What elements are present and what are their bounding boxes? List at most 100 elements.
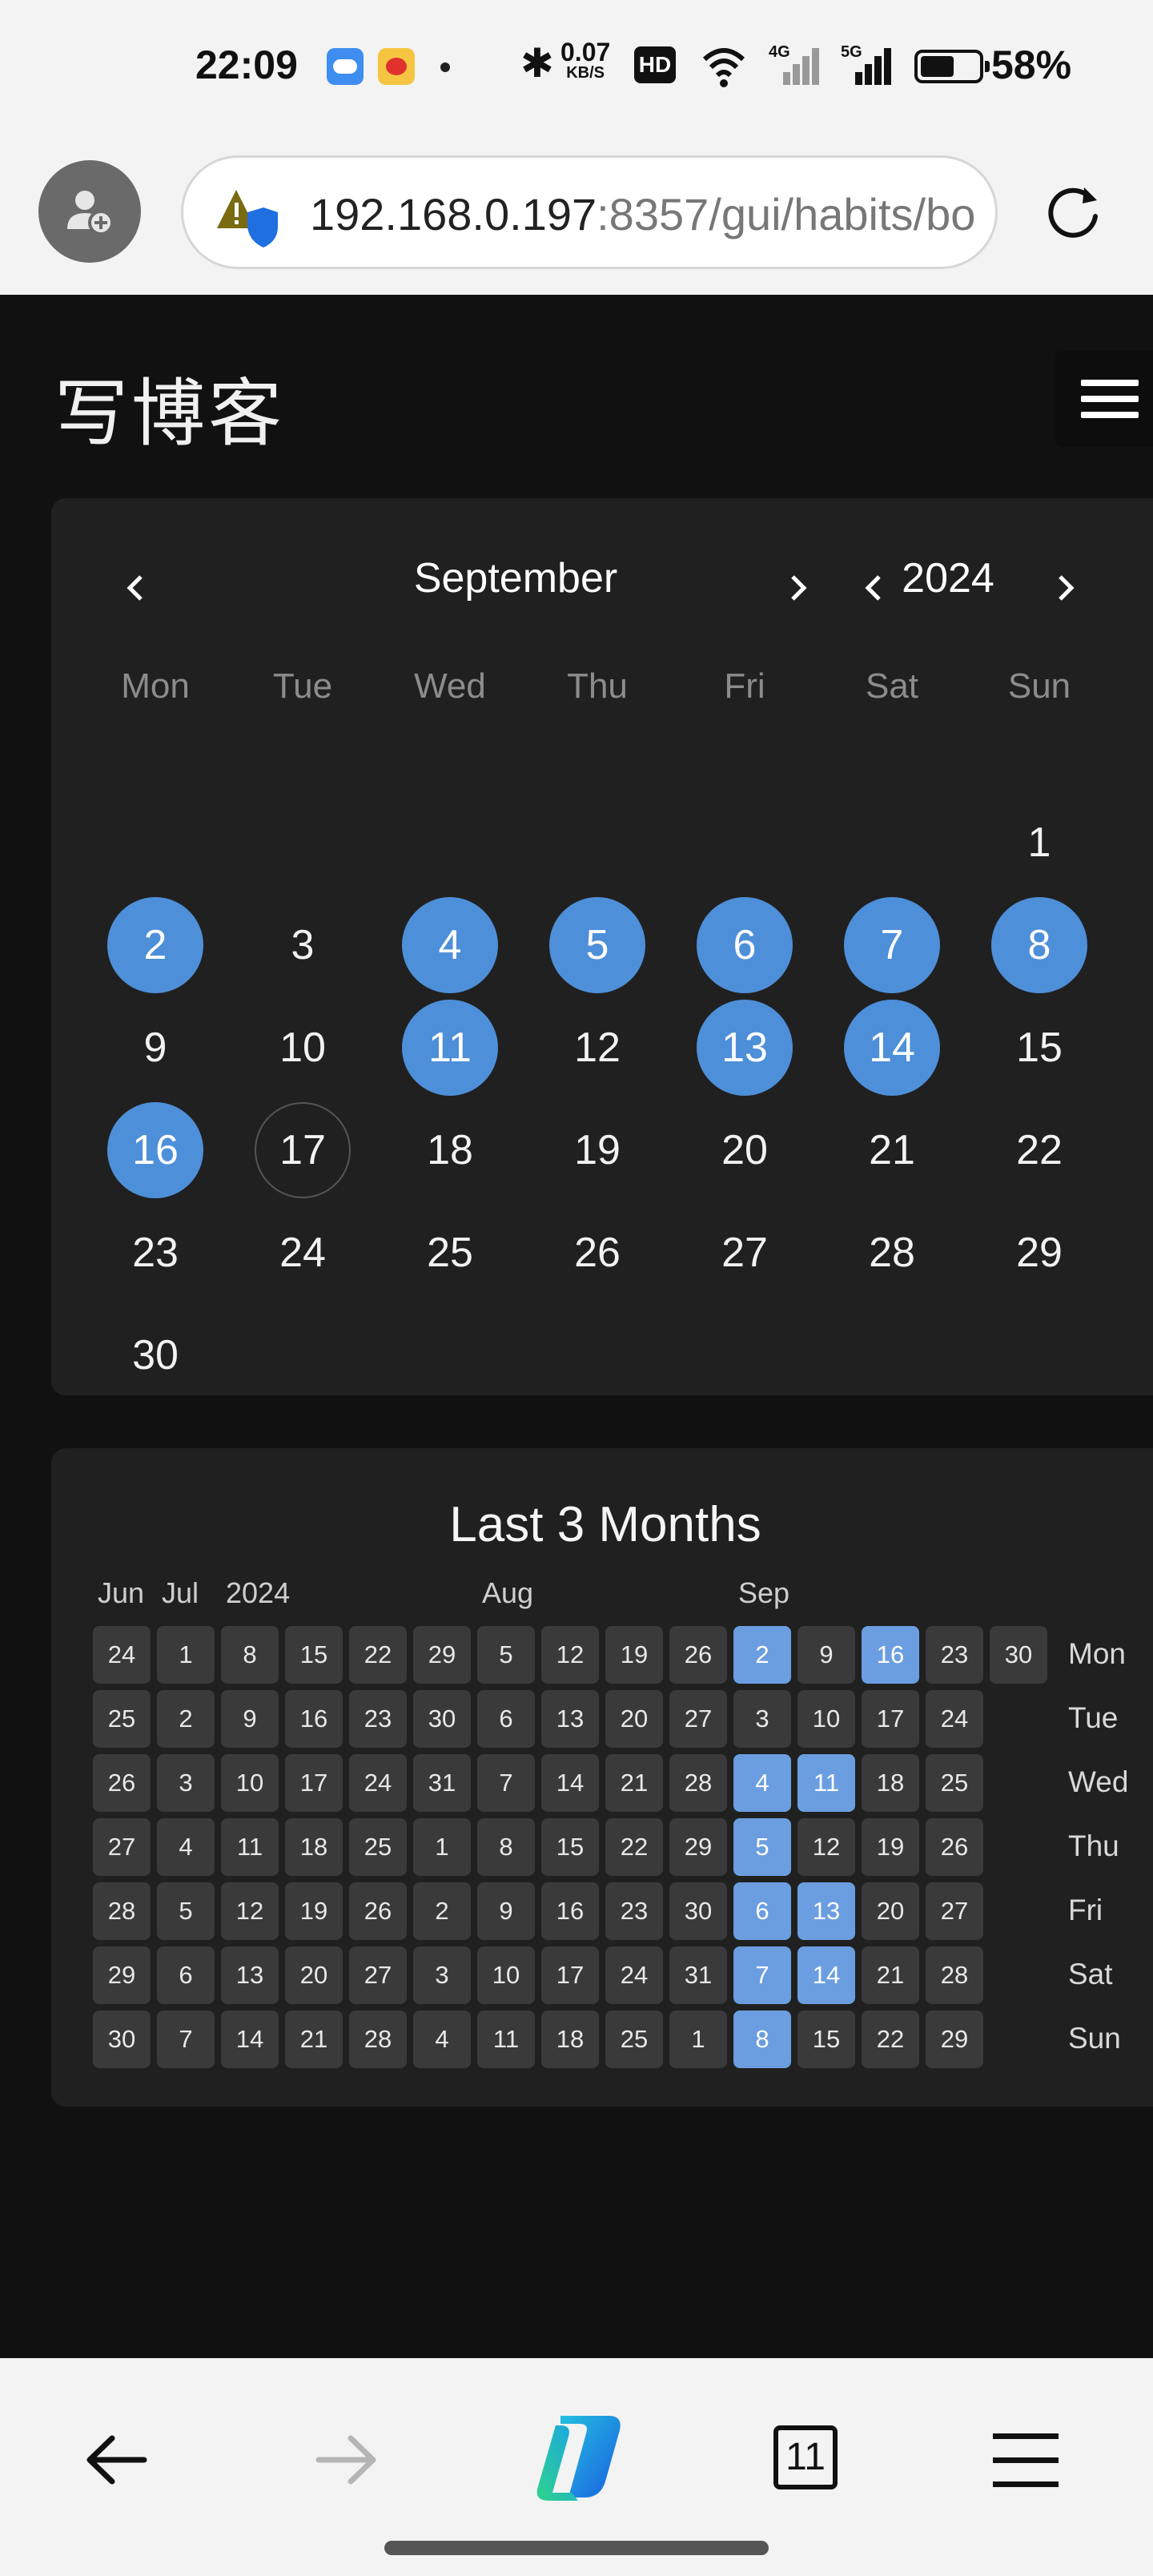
- heatmap-cell: 4: [413, 2010, 471, 2068]
- heatmap-cell: 20: [285, 1946, 343, 2004]
- heatmap-cell: 13: [541, 1690, 599, 1748]
- heatmap-cell: 11: [477, 2010, 535, 2068]
- calendar-day[interactable]: 21: [844, 1102, 940, 1198]
- heatmap-cell: 9: [797, 1626, 855, 1684]
- reload-icon[interactable]: [1041, 181, 1105, 245]
- prev-month-button[interactable]: [120, 572, 152, 604]
- calendar-day[interactable]: 17: [255, 1102, 351, 1198]
- calendar-day[interactable]: 12: [549, 1000, 645, 1096]
- calendar-day[interactable]: 16: [107, 1102, 203, 1198]
- calendar-month[interactable]: September: [275, 554, 756, 602]
- heatmap-weekday-label: Thu: [1068, 1829, 1119, 1862]
- calendar-day[interactable]: 6: [697, 897, 793, 993]
- url-path: :8357/gui/habits/bo: [597, 189, 976, 239]
- heatmap-cell: 9: [221, 1690, 279, 1748]
- calendar-day[interactable]: 25: [402, 1205, 498, 1301]
- calendar-day[interactable]: 28: [844, 1205, 940, 1301]
- calendar-day[interactable]: 9: [107, 1000, 203, 1096]
- profile-avatar-button[interactable]: [38, 160, 141, 263]
- heatmap-cell: 8: [733, 2010, 791, 2068]
- heatmap-cell: 21: [862, 1946, 919, 2004]
- forward-arrow-icon[interactable]: [303, 2416, 391, 2504]
- heatmap-cell: 29: [926, 2010, 983, 2068]
- calendar-day[interactable]: 11: [402, 1000, 498, 1096]
- calendar-day[interactable]: 3: [255, 897, 351, 993]
- heatmap-cell: 3: [413, 1946, 471, 2004]
- next-month-button[interactable]: [781, 572, 814, 604]
- heatmap-cell: 5: [733, 1818, 791, 1876]
- calendar-day[interactable]: 20: [697, 1102, 793, 1198]
- calendar-day[interactable]: 7: [844, 897, 940, 993]
- calendar-day[interactable]: 18: [402, 1102, 498, 1198]
- heatmap-cell: 29: [413, 1626, 471, 1684]
- calendar-day[interactable]: 10: [255, 1000, 351, 1096]
- calendar-day[interactable]: 27: [697, 1205, 793, 1301]
- chevron-right-icon: [1059, 575, 1075, 601]
- network-speed-value: 0.07: [560, 38, 611, 66]
- heatmap-cell: 14: [541, 1754, 599, 1812]
- calendar-day[interactable]: 30: [107, 1307, 203, 1403]
- heatmap-cell: 28: [926, 1946, 983, 2004]
- calendar-year[interactable]: 2024: [884, 554, 1012, 602]
- browser-menu-icon[interactable]: [982, 2416, 1070, 2504]
- calendar-day[interactable]: 13: [697, 1000, 793, 1096]
- calendar-day[interactable]: 2: [107, 897, 203, 993]
- heatmap-cell: 30: [669, 1882, 727, 1940]
- address-bar[interactable]: 192.168.0.197:8357/gui/habits/bo: [181, 155, 998, 269]
- heatmap-cell: 18: [862, 1754, 919, 1812]
- menu-button[interactable]: [1055, 351, 1153, 447]
- heatmap-cell: 20: [605, 1690, 663, 1748]
- back-arrow-icon[interactable]: [72, 2416, 160, 2504]
- heatmap-cell: 28: [669, 1754, 727, 1812]
- heatmap-weekday-label: Wed: [1068, 1765, 1129, 1798]
- heatmap-weekday-label: Fri: [1068, 1894, 1103, 1926]
- battery-icon: [914, 50, 990, 83]
- heatmap-cell: 15: [541, 1818, 599, 1876]
- calendar-day[interactable]: 24: [255, 1205, 351, 1301]
- heatmap-cell: 25: [93, 1690, 151, 1748]
- heatmap-cell: 16: [541, 1882, 599, 1940]
- next-year-button[interactable]: [1049, 572, 1081, 604]
- heatmap-month-label: Jul: [162, 1576, 199, 1609]
- heatmap-cell: 11: [797, 1754, 855, 1812]
- weather-app-icon: [327, 48, 364, 85]
- heatmap-cell: 5: [157, 1882, 215, 1940]
- hd-voice-icon: HD: [634, 46, 676, 83]
- signal-4g-icon: 4G: [769, 43, 819, 85]
- heatmap-cell: 17: [541, 1946, 599, 2004]
- heatmap-cell: 23: [605, 1882, 663, 1940]
- weekday-header: Tue: [272, 666, 333, 706]
- gesture-home-bar[interactable]: [384, 2541, 769, 2555]
- heatmap-cell: 24: [926, 1690, 983, 1748]
- heatmap-cell: 19: [605, 1626, 663, 1684]
- heatmap-cell: 12: [221, 1882, 279, 1940]
- weekday-header: Sun: [1007, 666, 1071, 706]
- heatmap-cell: 18: [285, 1818, 343, 1876]
- menu-icon-bar: [1081, 396, 1139, 402]
- bluetooth-icon: ✱: [520, 40, 554, 87]
- heatmap-cell: 20: [862, 1882, 919, 1940]
- calendar-day[interactable]: 1: [991, 795, 1087, 891]
- calendar-day[interactable]: 29: [991, 1205, 1087, 1301]
- heatmap-cell: 8: [221, 1626, 279, 1684]
- calendar-day[interactable]: 26: [549, 1205, 645, 1301]
- calendar-day[interactable]: 8: [991, 897, 1087, 993]
- heatmap-cell: 7: [157, 2010, 215, 2068]
- calendar-day[interactable]: 15: [991, 1000, 1087, 1096]
- calendar-day[interactable]: 14: [844, 1000, 940, 1096]
- copilot-icon[interactable]: [528, 2409, 628, 2509]
- calendar-day[interactable]: 5: [549, 897, 645, 993]
- heatmap-cell: 6: [477, 1690, 535, 1748]
- weekday-header: Sat: [865, 666, 919, 706]
- heatmap-cell: 12: [797, 1818, 855, 1876]
- heatmap-cell: 14: [797, 1946, 855, 2004]
- weekday-header: Mon: [121, 666, 190, 706]
- heatmap-cell: 15: [797, 2010, 855, 2068]
- heatmap-cell: 3: [733, 1690, 791, 1748]
- calendar-day[interactable]: 19: [549, 1102, 645, 1198]
- tabs-button[interactable]: 11: [773, 2425, 838, 2489]
- calendar-day[interactable]: 22: [991, 1102, 1087, 1198]
- network-speed: 0.07 KB/S: [560, 38, 611, 82]
- calendar-day[interactable]: 4: [402, 897, 498, 993]
- calendar-day[interactable]: 23: [107, 1205, 203, 1301]
